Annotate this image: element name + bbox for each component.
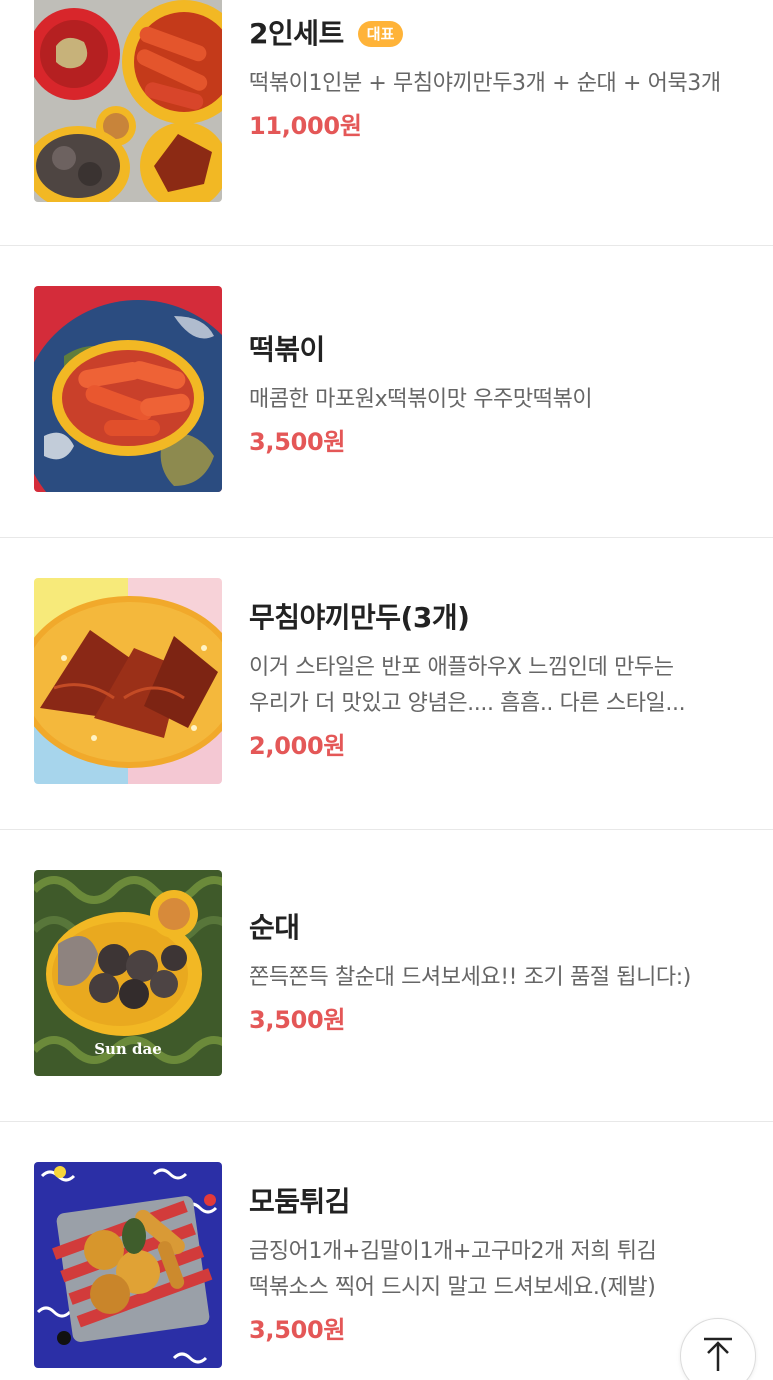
menu-name: 무침야끼만두(3개) (249, 601, 470, 634)
fried-food-image (34, 1162, 222, 1368)
representative-badge: 대표 (357, 21, 404, 47)
menu-name: 떡볶이 (249, 333, 325, 366)
set-food-image (34, 0, 222, 202)
menu-name: 순대 (249, 911, 300, 944)
dumpling-image (34, 578, 222, 784)
menu-item-2-person-set[interactable]: 2인세트 대표 떡볶이1인분 + 무침야끼만두3개 + 순대 + 어묵3개 11… (0, 0, 773, 246)
tteokbokki-image (34, 286, 222, 492)
image-caption: Sun dae (94, 1040, 162, 1058)
menu-price: 3,500원 (249, 1316, 346, 1344)
menu-list: 2인세트 대표 떡볶이1인분 + 무침야끼만두3개 + 순대 + 어묵3개 11… (0, 0, 773, 1380)
menu-info: 모둠튀김 금징어1개+김말이1개+고구마2개 저희 튀김 떡볶소스 찍어 드시지… (249, 1184, 737, 1346)
menu-item-fried-assortment[interactable]: 모둠튀김 금징어1개+김말이1개+고구마2개 저희 튀김 떡볶소스 찍어 드시지… (0, 1122, 773, 1380)
menu-info: 무침야끼만두(3개) 이거 스타일은 반포 애플하우X 느낌인데 만두는 우리가… (249, 600, 737, 762)
menu-name: 모둠튀김 (249, 1185, 351, 1218)
menu-description: 쫀득쫀득 찰순대 드셔보세요!! 조기 품절 됩니다:) (249, 965, 691, 990)
menu-info: 2인세트 대표 떡볶이1인분 + 무침야끼만두3개 + 순대 + 어묵3개 11… (249, 16, 737, 142)
menu-description: 떡볶이1인분 + 무침야끼만두3개 + 순대 + 어묵3개 (249, 71, 721, 96)
menu-info: 순대 쫀득쫀득 찰순대 드셔보세요!! 조기 품절 됩니다:) 3,500원 (249, 910, 737, 1036)
menu-description: 이거 스타일은 반포 애플하우X 느낌인데 만두는 우리가 더 맛있고 양념은.… (249, 655, 686, 716)
menu-description: 매콤한 마포원x떡볶이맛 우주맛떡볶이 (249, 387, 593, 412)
menu-name: 2인세트 (249, 17, 344, 50)
menu-item-tteokbokki[interactable]: 떡볶이 매콤한 마포원x떡볶이맛 우주맛떡볶이 3,500원 (0, 246, 773, 538)
menu-price: 11,000원 (249, 112, 362, 140)
menu-price: 3,500원 (249, 428, 346, 456)
menu-price: 3,500원 (249, 1006, 346, 1034)
menu-item-dumplings[interactable]: 무침야끼만두(3개) 이거 스타일은 반포 애플하우X 느낌인데 만두는 우리가… (0, 538, 773, 830)
menu-item-sundae[interactable]: Sun dae 순대 쫀득쫀득 찰순대 드셔보세요!! 조기 품절 됩니다:) … (0, 830, 773, 1122)
menu-price: 2,000원 (249, 732, 346, 760)
sundae-image: Sun dae (34, 870, 222, 1076)
menu-description: 금징어1개+김말이1개+고구마2개 저희 튀김 떡볶소스 찍어 드시지 말고 드… (249, 1239, 657, 1300)
menu-info: 떡볶이 매콤한 마포원x떡볶이맛 우주맛떡볶이 3,500원 (249, 332, 737, 458)
